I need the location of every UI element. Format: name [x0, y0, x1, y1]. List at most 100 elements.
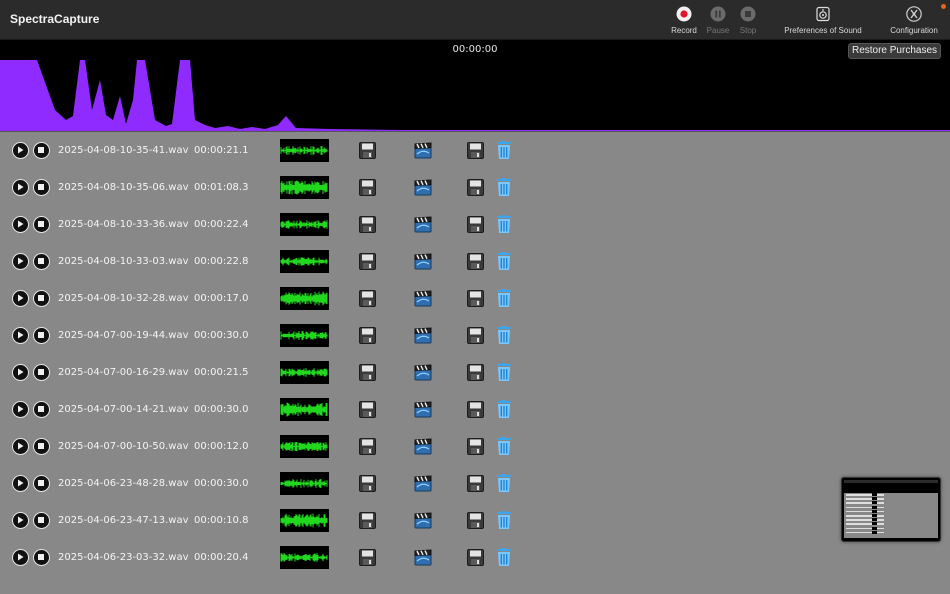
stop-icon — [740, 6, 756, 22]
recording-duration: 00:00:22.4 — [194, 219, 249, 230]
recording-row[interactable]: 2025-04-08-10-32-28.wav 00:00:17.0 — [0, 280, 950, 317]
save-icon[interactable] — [359, 438, 376, 455]
play-button[interactable] — [12, 290, 29, 307]
play-button[interactable] — [12, 475, 29, 492]
trash-icon[interactable] — [496, 548, 512, 567]
trash-icon[interactable] — [496, 326, 512, 345]
save-icon[interactable] — [359, 475, 376, 492]
save-icon[interactable] — [359, 290, 376, 307]
save-as-icon[interactable] — [467, 401, 484, 418]
trash-icon[interactable] — [496, 437, 512, 456]
stop-playback-button[interactable] — [33, 290, 50, 307]
recording-row[interactable]: 2025-04-07-00-16-29.wav 00:00:21.5 — [0, 354, 950, 391]
recording-row[interactable]: 2025-04-07-00-19-44.wav 00:00:30.0 — [0, 317, 950, 354]
save-as-icon[interactable] — [467, 475, 484, 492]
record-button[interactable]: Record — [668, 6, 700, 35]
recording-row[interactable]: 2025-04-07-00-14-21.wav 00:00:30.0 — [0, 391, 950, 428]
save-as-icon[interactable] — [467, 216, 484, 233]
export-video-icon[interactable] — [414, 549, 432, 566]
export-video-icon[interactable] — [414, 290, 432, 307]
save-as-icon[interactable] — [467, 290, 484, 307]
stop-icon — [38, 480, 44, 486]
save-as-icon[interactable] — [467, 364, 484, 381]
export-video-icon[interactable] — [414, 512, 432, 529]
stop-playback-button[interactable] — [33, 216, 50, 233]
recording-row[interactable]: 2025-04-07-00-10-50.wav 00:00:12.0 — [0, 428, 950, 465]
recording-filename: 2025-04-07-00-14-21.wav — [58, 404, 189, 415]
export-video-icon[interactable] — [414, 401, 432, 418]
trash-icon[interactable] — [496, 511, 512, 530]
trash-icon[interactable] — [496, 141, 512, 160]
trash-icon[interactable] — [496, 252, 512, 271]
trash-icon[interactable] — [496, 178, 512, 197]
configuration-button[interactable]: Configuration — [884, 6, 944, 35]
play-button[interactable] — [12, 179, 29, 196]
trash-icon[interactable] — [496, 474, 512, 493]
stop-playback-button[interactable] — [33, 549, 50, 566]
export-video-icon[interactable] — [414, 179, 432, 196]
save-icon[interactable] — [359, 179, 376, 196]
play-button[interactable] — [12, 549, 29, 566]
recordings-list: 2025-04-08-10-35-41.wav 00:00:21.1 2025-… — [0, 131, 950, 594]
play-button[interactable] — [12, 364, 29, 381]
export-video-icon[interactable] — [414, 327, 432, 344]
export-video-icon[interactable] — [414, 216, 432, 233]
speaker-icon — [816, 6, 830, 22]
save-as-icon[interactable] — [467, 549, 484, 566]
restore-purchases-button[interactable]: Restore Purchases — [848, 43, 941, 59]
recording-row[interactable]: 2025-04-06-23-47-13.wav 00:00:10.8 — [0, 502, 950, 539]
recording-row[interactable]: 2025-04-08-10-35-41.wav 00:00:21.1 — [0, 132, 950, 169]
trash-icon[interactable] — [496, 363, 512, 382]
stop-playback-button[interactable] — [33, 512, 50, 529]
stop-playback-button[interactable] — [33, 438, 50, 455]
stop-playback-button[interactable] — [33, 475, 50, 492]
stop-button[interactable]: Stop — [736, 6, 760, 35]
recording-filename: 2025-04-06-23-47-13.wav — [58, 515, 189, 526]
export-video-icon[interactable] — [414, 475, 432, 492]
stop-playback-button[interactable] — [33, 364, 50, 381]
play-button[interactable] — [12, 216, 29, 233]
trash-icon[interactable] — [496, 215, 512, 234]
play-button[interactable] — [12, 142, 29, 159]
recording-row[interactable]: 2025-04-08-10-33-03.wav 00:00:22.8 — [0, 243, 950, 280]
trash-icon[interactable] — [496, 289, 512, 308]
window-preview-thumbnail[interactable] — [841, 477, 941, 542]
play-button[interactable] — [12, 438, 29, 455]
stop-playback-button[interactable] — [33, 179, 50, 196]
trash-icon[interactable] — [496, 400, 512, 419]
export-video-icon[interactable] — [414, 142, 432, 159]
recording-row[interactable]: 2025-04-08-10-33-36.wav 00:00:22.4 — [0, 206, 950, 243]
save-icon[interactable] — [359, 512, 376, 529]
play-icon — [18, 257, 24, 265]
stop-playback-button[interactable] — [33, 401, 50, 418]
preferences-of-sound-button[interactable]: Preferences of Sound — [780, 6, 866, 35]
save-as-icon[interactable] — [467, 142, 484, 159]
export-video-icon[interactable] — [414, 364, 432, 381]
play-button[interactable] — [12, 253, 29, 270]
save-as-icon[interactable] — [467, 438, 484, 455]
save-icon[interactable] — [359, 253, 376, 270]
recording-row[interactable]: 2025-04-06-23-48-28.wav 00:00:30.0 — [0, 465, 950, 502]
save-as-icon[interactable] — [467, 327, 484, 344]
export-video-icon[interactable] — [414, 253, 432, 270]
save-as-icon[interactable] — [467, 253, 484, 270]
recording-filename: 2025-04-08-10-33-36.wav — [58, 219, 189, 230]
play-button[interactable] — [12, 401, 29, 418]
save-icon[interactable] — [359, 401, 376, 418]
play-button[interactable] — [12, 327, 29, 344]
stop-playback-button[interactable] — [33, 327, 50, 344]
stop-playback-button[interactable] — [33, 142, 50, 159]
recording-row[interactable]: 2025-04-06-23-03-32.wav 00:00:20.4 — [0, 539, 950, 576]
save-icon[interactable] — [359, 327, 376, 344]
save-as-icon[interactable] — [467, 512, 484, 529]
stop-playback-button[interactable] — [33, 253, 50, 270]
save-icon[interactable] — [359, 216, 376, 233]
save-icon[interactable] — [359, 549, 376, 566]
export-video-icon[interactable] — [414, 438, 432, 455]
save-as-icon[interactable] — [467, 179, 484, 196]
play-button[interactable] — [12, 512, 29, 529]
recording-row[interactable]: 2025-04-08-10-35-06.wav 00:01:08.3 — [0, 169, 950, 206]
pause-button[interactable]: Pause — [704, 6, 732, 35]
save-icon[interactable] — [359, 142, 376, 159]
save-icon[interactable] — [359, 364, 376, 381]
